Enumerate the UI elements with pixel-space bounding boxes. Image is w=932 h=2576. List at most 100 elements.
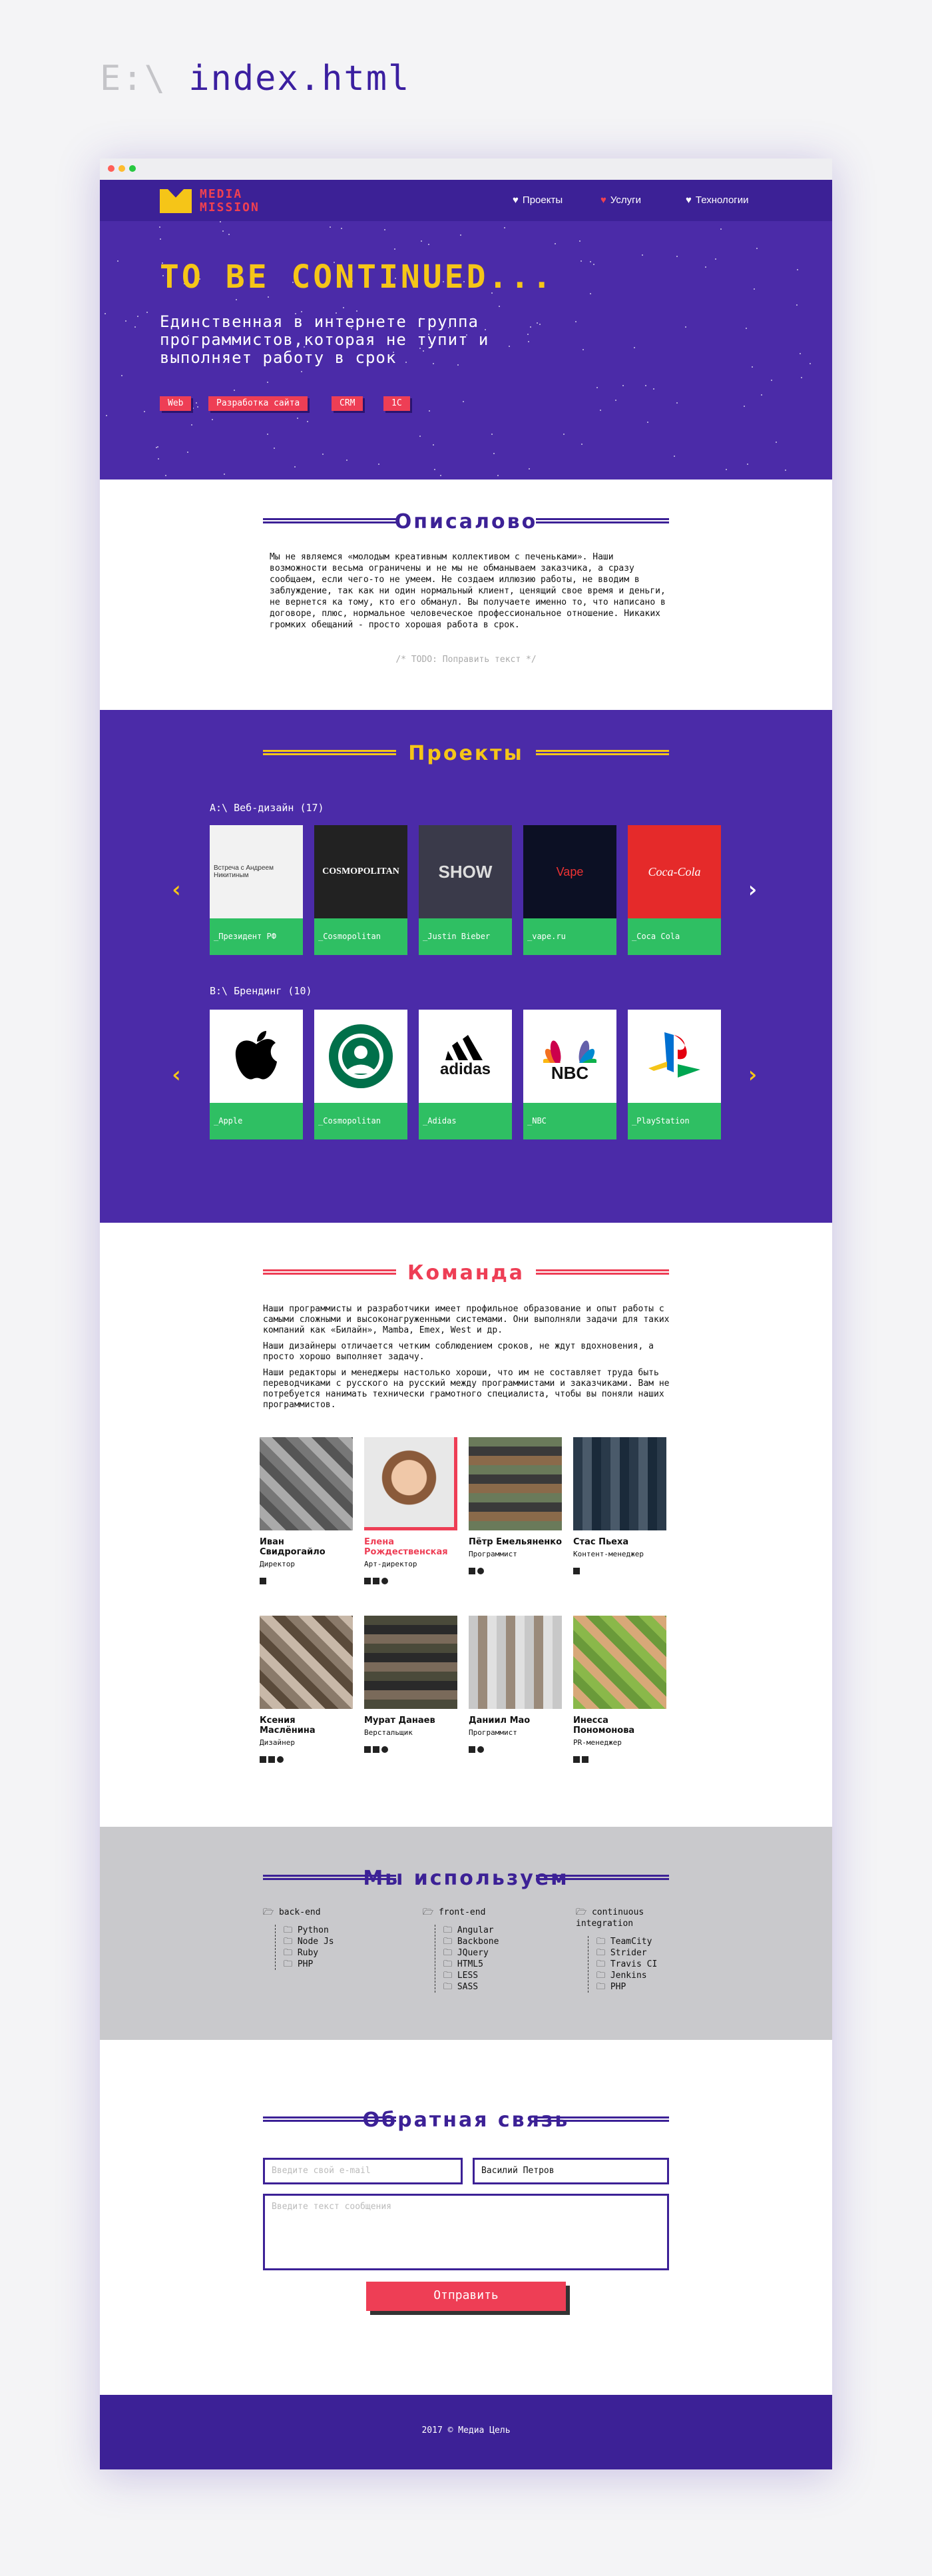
star-dot — [529, 468, 530, 470]
prev-brand-arrow[interactable]: ‹ — [170, 1062, 183, 1088]
team-member[interactable]: Стас Пьеха Контент-менеджер — [573, 1437, 666, 1576]
star-dot — [121, 375, 122, 376]
star-dot — [146, 312, 148, 313]
tech-title: Мы используем — [363, 1867, 569, 1890]
star-dot — [384, 229, 385, 230]
team-member[interactable]: Пётр Емельяненко Программист — [469, 1437, 562, 1576]
linkedin-icon[interactable] — [573, 1756, 580, 1763]
behance-icon[interactable] — [373, 1746, 379, 1753]
logo-text[interactable]: MEDIA MISSION — [200, 188, 260, 214]
star-dot — [634, 347, 635, 348]
github-icon[interactable] — [477, 1568, 484, 1574]
github-icon[interactable] — [381, 1746, 388, 1753]
nav-technologies[interactable]: ♥ Технологии — [686, 194, 749, 206]
star-dot — [294, 466, 296, 468]
project-card[interactable]: _Cosmopolitan — [314, 1010, 407, 1139]
tag-web[interactable]: Web — [160, 396, 192, 411]
linkedin-icon[interactable] — [260, 1578, 266, 1584]
star-dot — [752, 366, 753, 368]
heart-icon: ♥ — [513, 194, 519, 206]
star-dot — [756, 248, 758, 249]
tech-item: 🗀 Strider — [596, 1948, 647, 1958]
star-dot — [676, 402, 678, 404]
send-button[interactable]: Отправить — [366, 2282, 566, 2311]
team-member[interactable]: Мурат Данаев Верстальщик — [364, 1616, 457, 1755]
star-dot — [343, 307, 344, 308]
linkedin-icon[interactable] — [573, 1568, 580, 1574]
maximize-dot[interactable] — [129, 165, 136, 172]
project-card[interactable]: NBC _NBC — [523, 1010, 616, 1139]
star-dot — [267, 382, 268, 383]
star-dot — [785, 470, 786, 471]
project-card[interactable]: SHOW _Justin Bieber — [419, 825, 512, 955]
member-role: Верстальщик — [364, 1728, 413, 1737]
folder-icon: 🗁 — [263, 1907, 279, 1917]
folder-head: 🗁 front-end — [423, 1907, 499, 1918]
nav-services[interactable]: ♥ Услуги — [600, 194, 641, 206]
star-dot — [419, 436, 421, 437]
star-dot — [797, 269, 798, 270]
project-caption: _Президент РФ — [210, 918, 303, 955]
project-thumb: Встреча с Андреем Никитиным — [210, 825, 303, 918]
star-dot — [801, 377, 802, 378]
project-card[interactable]: Встреча с Андреем Никитиным _Президент Р… — [210, 825, 303, 955]
tag-1c[interactable]: 1C — [383, 396, 410, 411]
project-card[interactable]: Vape _vape.ru — [523, 825, 616, 955]
dribbble-icon[interactable] — [381, 1578, 388, 1584]
star-dot — [434, 469, 435, 470]
playstation-logo-icon — [628, 1010, 721, 1103]
next-brand-arrow[interactable]: › — [746, 1062, 759, 1088]
minimize-dot[interactable] — [118, 165, 125, 172]
tag-crm[interactable]: CRM — [332, 396, 363, 411]
footer: 2017 © Медиа Цель — [100, 2395, 832, 2469]
email-field[interactable]: Введите свой e-mail — [263, 2158, 463, 2184]
message-field[interactable]: Введите текст сообщения — [263, 2194, 669, 2270]
logo-icon[interactable] — [160, 189, 192, 213]
linkedin-icon[interactable] — [364, 1578, 371, 1584]
linkedin-icon[interactable] — [364, 1746, 371, 1753]
linkedin-icon[interactable] — [260, 1756, 266, 1763]
team-member[interactable]: Даниил Мао Программист — [469, 1616, 562, 1755]
project-card[interactable]: adidas _Adidas — [419, 1010, 512, 1139]
hero-title: TO BE CONTINUED... — [160, 258, 555, 296]
star-dot — [429, 410, 430, 412]
project-caption: _Coca Cola — [628, 918, 721, 955]
dribbble-icon[interactable] — [277, 1756, 284, 1763]
project-card[interactable]: Coca-Cola _Coca Cola — [628, 825, 721, 955]
social-links — [364, 1578, 457, 1586]
branding-label: B:\ Брендинг (10) — [210, 985, 312, 997]
github-icon[interactable] — [477, 1746, 484, 1753]
next-web-arrow[interactable]: › — [746, 876, 759, 903]
behance-icon[interactable] — [373, 1578, 379, 1584]
project-card[interactable]: _PlayStation — [628, 1010, 721, 1139]
team-member[interactable]: Елена Рождественская Арт-директор — [364, 1437, 457, 1586]
star-dot — [212, 419, 213, 420]
behance-icon[interactable] — [268, 1756, 275, 1763]
project-card[interactable]: _Apple — [210, 1010, 303, 1139]
star-dot — [744, 406, 745, 407]
social-links — [260, 1578, 353, 1586]
team-member[interactable]: Инесса Пономонова PR-менеджер — [573, 1616, 666, 1765]
star-dot — [747, 464, 748, 465]
social-links — [364, 1746, 457, 1755]
tag-site-dev[interactable]: Разработка сайта — [208, 396, 308, 411]
nav-projects[interactable]: ♥ Проекты — [513, 194, 563, 206]
project-card[interactable]: COSMOPOLITAN _Cosmopolitan — [314, 825, 407, 955]
social-links — [469, 1746, 562, 1755]
star-dot — [428, 244, 429, 245]
project-caption: _Cosmopolitan — [314, 918, 407, 955]
window-titlebar — [100, 159, 832, 180]
behance-icon[interactable] — [582, 1756, 588, 1763]
linkedin-icon[interactable] — [469, 1568, 475, 1574]
folder-head: 🗁 continuous integration — [576, 1907, 682, 1929]
name-field[interactable]: Василий Петров — [473, 2158, 669, 2184]
star-dot — [504, 227, 505, 228]
linkedin-icon[interactable] — [469, 1746, 475, 1753]
star-dot — [615, 400, 616, 401]
team-member[interactable]: Иван Свидрогайло Директор — [260, 1437, 353, 1586]
star-dot — [224, 474, 225, 475]
prev-web-arrow[interactable]: ‹ — [170, 876, 183, 903]
close-dot[interactable] — [108, 165, 115, 172]
tech-item: 🗀 PHP — [596, 1982, 626, 1992]
team-member[interactable]: Ксения Маслёнина Дизайнер — [260, 1616, 353, 1765]
